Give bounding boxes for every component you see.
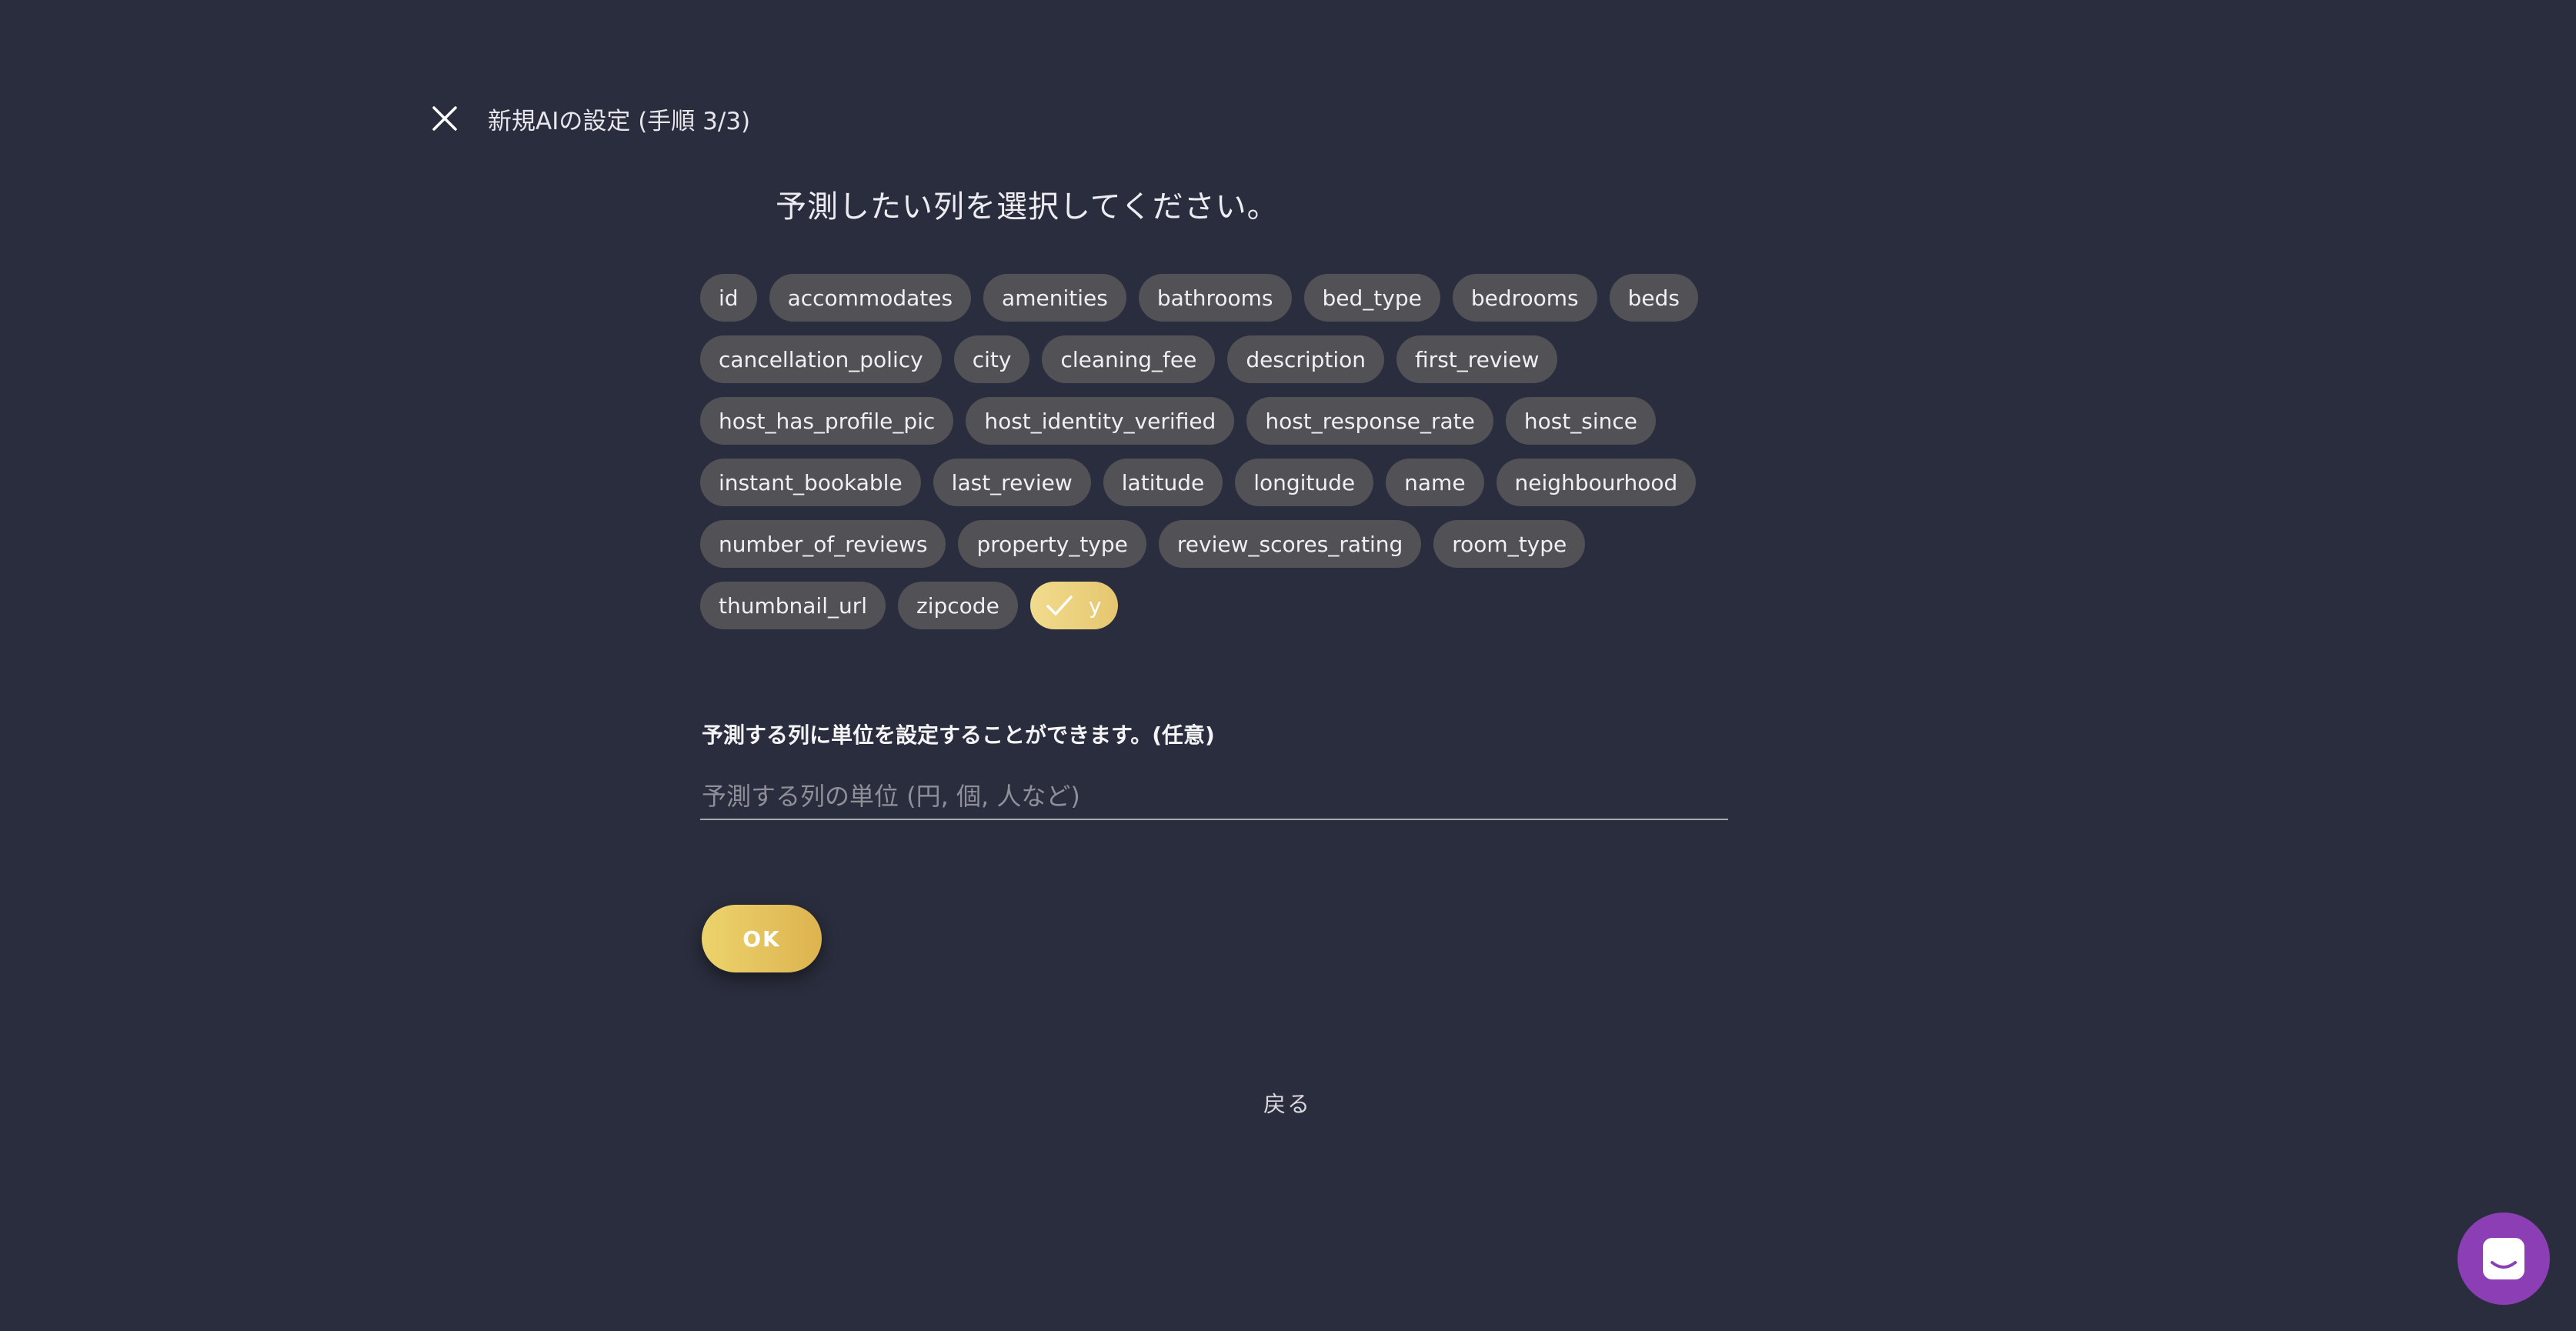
chat-icon [2483,1238,2524,1279]
column-chip[interactable]: room_type [1433,520,1586,568]
dialog-title: 新規AIの設定 (手順 3/3) [488,107,751,135]
column-chip-label: accommodates [787,285,953,311]
column-chip[interactable]: host_has_profile_pic [700,397,954,445]
column-chip[interactable]: accommodates [769,274,972,322]
column-chip[interactable]: id [700,274,757,322]
check-icon [1046,594,1073,617]
column-chip[interactable]: number_of_reviews [700,520,946,568]
column-chip-label: latitude [1121,469,1205,495]
column-chip-label: host_identity_verified [984,408,1216,434]
column-chip-list: id accommodates amenities bathrooms bed_type… [700,274,1731,629]
column-chip[interactable]: cancellation_policy [700,335,942,383]
unit-field-label: 予測する列に単位を設定することができます。(任意) [702,722,1215,748]
column-chip-label: cancellation_policy [719,346,923,372]
column-chip[interactable]: beds [1609,274,1698,322]
column-chip[interactable]: name [1386,459,1484,506]
back-link[interactable]: 戻る [1263,1086,1311,1119]
column-chip[interactable]: property_type [958,520,1146,568]
column-chip-label: amenities [1002,285,1108,311]
column-chip[interactable]: thumbnail_url [700,582,886,629]
column-chip[interactable]: first_review [1396,335,1558,383]
column-chip-label: zipcode [916,592,999,619]
column-chip[interactable]: bathrooms [1138,274,1292,322]
column-chip[interactable]: last_review [933,459,1091,506]
column-chip-label: id [719,285,739,311]
column-chip-label: bedrooms [1470,285,1579,311]
column-chip-label: last_review [951,469,1073,495]
column-chip-label: thumbnail_url [719,592,868,619]
unit-input[interactable] [700,774,1728,820]
column-chip[interactable]: host_since [1505,397,1657,445]
column-chip[interactable]: neighbourhood [1496,459,1697,506]
column-chip[interactable]: host_identity_verified [966,397,1235,445]
column-chip[interactable]: longitude [1235,459,1374,506]
select-column-prompt: 予測したい列を選択してください。 [776,189,1279,225]
page: 新規AIの設定 (手順 3/3) 予測したい列を選択してください。 id acco… [0,0,2576,1331]
column-chip[interactable]: review_scores_rating [1158,520,1422,568]
column-chip[interactable]: amenities [983,274,1126,322]
column-chip[interactable]: latitude [1103,459,1223,506]
column-chip-label: city [972,346,1012,372]
column-chip-label: name [1404,469,1466,495]
column-chip[interactable]: host_response_rate [1246,397,1493,445]
column-chip-label: host_has_profile_pic [719,408,936,434]
column-chip[interactable]: city [953,335,1030,383]
column-chip-selected[interactable]: y [1029,582,1119,629]
column-chip-label: host_response_rate [1265,408,1475,434]
column-chip-label: number_of_reviews [719,531,928,557]
dialog-header: 新規AIの設定 (手順 3/3) [428,97,750,140]
column-chip-label: y [1088,592,1102,619]
column-chip[interactable]: bedrooms [1452,274,1597,322]
chat-launcher-button[interactable] [2458,1213,2550,1305]
column-chip-label: bathrooms [1156,285,1273,311]
close-button[interactable] [428,102,462,135]
column-chip-label: neighbourhood [1514,469,1678,495]
column-chip[interactable]: zipcode [898,582,1018,629]
column-chip-label: instant_bookable [719,469,903,495]
close-icon [432,106,457,131]
ok-button[interactable]: OK [702,905,822,972]
column-chip-label: beds [1627,285,1680,311]
column-chip-label: description [1246,346,1366,372]
column-chip[interactable]: instant_bookable [700,459,921,506]
column-chip-label: bed_type [1322,285,1422,311]
column-chip[interactable]: bed_type [1303,274,1440,322]
column-chip-label: host_since [1523,408,1638,434]
column-chip-label: first_review [1415,346,1540,372]
column-chip-label: review_scores_rating [1176,531,1403,557]
column-chip-label: longitude [1253,469,1356,495]
column-chip[interactable]: description [1227,335,1385,383]
column-chip-label: room_type [1452,531,1567,557]
column-chip[interactable]: cleaning_fee [1042,335,1216,383]
column-chip-label: cleaning_fee [1060,346,1197,372]
column-chip-label: property_type [976,531,1128,557]
